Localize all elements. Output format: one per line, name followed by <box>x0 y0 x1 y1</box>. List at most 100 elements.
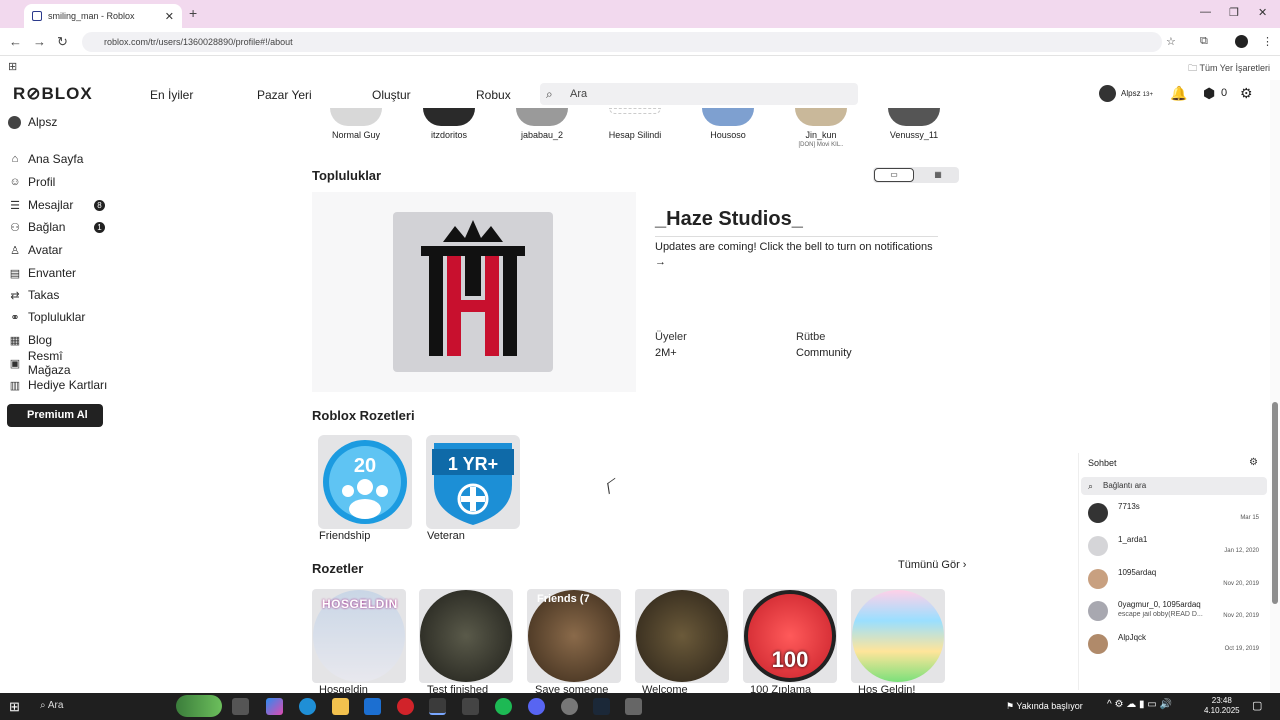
widgets-icon[interactable] <box>176 695 222 717</box>
chat-conversation[interactable]: AlpJqck Oct 19, 2019 <box>1079 631 1269 661</box>
notifications-bell-icon[interactable]: 🔔 <box>1170 85 1187 102</box>
veteran-badge[interactable]: 1 YR+ <box>426 435 520 529</box>
sidebar-item-store[interactable]: ▣ Resmî Mağaza <box>8 349 108 377</box>
nav-marketplace[interactable]: Pazar Yeri <box>257 88 312 102</box>
nav-charts[interactable]: En İyiler <box>150 88 193 102</box>
badge-tile[interactable] <box>419 589 513 683</box>
communities-title: Topluluklar <box>312 168 382 183</box>
roblox-favicon-icon <box>32 11 42 21</box>
friend-item[interactable]: itzdoritos <box>404 108 494 140</box>
chat-conversation[interactable]: 7713s Mar 15 <box>1079 500 1269 530</box>
browser-profile-icon[interactable] <box>1235 35 1248 48</box>
see-all-link[interactable]: Tümünü Gör › <box>898 559 966 571</box>
badge-tile[interactable]: Friends (7 <box>527 589 621 683</box>
app-icon[interactable] <box>561 698 578 715</box>
chat-conversation[interactable]: 0yagmur_0, 1095ardaq escape jail obby(RE… <box>1079 598 1269 628</box>
premium-button[interactable]: Premium Al <box>7 404 103 427</box>
reload-icon[interactable]: ↻ <box>57 34 68 50</box>
nav-create[interactable]: Oluştur <box>372 88 411 102</box>
friend-item[interactable]: Hesap Silindi <box>590 108 680 140</box>
community-logo[interactable] <box>393 212 553 372</box>
friend-item[interactable]: jababau_2 <box>497 108 587 140</box>
opera-icon[interactable] <box>397 698 414 715</box>
forward-icon[interactable]: → <box>33 34 46 49</box>
tab-close-icon[interactable]: ✕ <box>165 10 174 23</box>
chat-conversation[interactable]: 1_arda1 Jan 12, 2020 <box>1079 533 1269 563</box>
back-icon[interactable]: ← <box>9 34 22 49</box>
file-explorer-icon[interactable] <box>332 698 349 715</box>
browser-tab[interactable]: smiling_man - Roblox ✕ <box>24 4 182 28</box>
sidebar-user[interactable]: Alpsz <box>8 115 57 129</box>
extensions-icon[interactable]: ⧉ <box>1200 35 1208 48</box>
sidebar-item-connect[interactable]: ⚇ Bağlan 1 <box>8 217 108 237</box>
bookmarks-bar: ⊞ 🗀 Tüm Yer İşaretleri <box>0 56 1280 78</box>
inventory-icon: ▤ <box>9 267 21 280</box>
sidebar-item-profile[interactable]: ☺ Profil <box>8 172 108 192</box>
restore-icon[interactable]: ❐ <box>1229 6 1239 19</box>
chat-title[interactable]: Sohbet <box>1088 458 1117 468</box>
sidebar-item-messages[interactable]: ☰ Mesajlar 8 <box>8 195 108 215</box>
spotify-icon[interactable] <box>495 698 512 715</box>
friend-item[interactable]: Normal Guy <box>311 108 401 140</box>
task-view-icon[interactable] <box>232 698 249 715</box>
sidebar-item-avatar[interactable]: ♙ Avatar <box>8 240 108 260</box>
header-avatar[interactable] <box>1099 85 1116 102</box>
new-chat-icon[interactable]: ⚙ <box>1249 457 1258 468</box>
url-field[interactable]: roblox.com/tr/users/1360028890/profile#!… <box>82 32 1162 52</box>
sidebar-item-home[interactable]: ⌂ Ana Sayfa <box>8 149 108 169</box>
search-input[interactable]: ⌕ Ara <box>540 83 858 105</box>
giftcard-icon: ▥ <box>9 379 21 392</box>
community-name[interactable]: _Haze Studios_ <box>655 208 803 231</box>
app-icon[interactable] <box>625 698 642 715</box>
sidebar-item-trade[interactable]: ⇄ Takas <box>8 285 108 305</box>
friend-item[interactable]: Housoso <box>683 108 773 140</box>
friend-item[interactable]: Venussy_11 <box>869 108 959 140</box>
window-close-icon[interactable]: ✕ <box>1258 6 1267 19</box>
sidebar-item-communities[interactable]: ⚭ Topluluklar <box>8 307 108 327</box>
new-tab-icon[interactable]: + <box>189 5 197 21</box>
copilot-icon[interactable] <box>266 698 283 715</box>
notification-center-icon[interactable]: ▢ <box>1252 699 1262 712</box>
chrome-icon[interactable] <box>429 698 446 715</box>
badge-tile[interactable] <box>635 589 729 683</box>
settings-gear-icon[interactable]: ⚙ <box>1240 85 1253 102</box>
connect-icon: ⚇ <box>10 221 20 234</box>
windows-start-icon[interactable]: ⊞ <box>9 699 20 715</box>
roblox-header: R⊘BLOX En İyiler Pazar Yeri Oluştur Robu… <box>0 80 1270 108</box>
edge-icon[interactable] <box>299 698 316 715</box>
friend-item[interactable]: Jin_kun [DON] Movi KIL.. <box>776 108 866 148</box>
trade-icon: ⇄ <box>10 289 20 302</box>
taskbar-search[interactable]: ⌕ Ara <box>40 700 63 711</box>
taskbar-clock[interactable]: 23:48 4.10.2025 <box>1204 696 1240 716</box>
badge-tile[interactable]: 100 <box>743 589 837 683</box>
system-tray-icons[interactable]: ^ ⚙ ☁ ▮ ▭ 🔊 <box>1107 699 1172 710</box>
steam-icon[interactable] <box>593 698 610 715</box>
weather-widget[interactable]: ⚑ Yakında başlıyor <box>1006 701 1083 712</box>
grid-view-icon[interactable]: ▦ <box>917 168 959 182</box>
discord-icon[interactable] <box>528 698 545 715</box>
badge-tile[interactable] <box>851 589 945 683</box>
badge-tile[interactable]: HOSGELDIN <box>312 589 406 683</box>
roblox-logo[interactable]: R⊘BLOX <box>13 84 93 104</box>
all-bookmarks[interactable]: 🗀 Tüm Yer İşaretleri <box>1188 61 1270 77</box>
chat-conversation[interactable]: 1095ardaq Nov 20, 2019 <box>1079 566 1269 596</box>
minimize-icon[interactable]: — <box>1200 6 1211 18</box>
rank-value: Community <box>796 347 852 359</box>
bookmark-star-icon[interactable]: ☆ <box>1166 35 1176 48</box>
sidebar-item-giftcards[interactable]: ▥ Hediye Kartları <box>8 375 108 395</box>
chat-search-input[interactable]: ⌕ Bağlantı ara <box>1081 477 1267 495</box>
browser-menu-icon[interactable]: ⋮ <box>1262 35 1273 48</box>
friendship-label: Friendship <box>319 530 371 542</box>
friendship-badge[interactable]: 20 <box>318 435 412 529</box>
nav-robux[interactable]: Robux <box>476 88 511 102</box>
page-scrollbar-thumb[interactable] <box>1272 402 1278 604</box>
header-username[interactable]: Alpsz 13+ <box>1121 89 1153 98</box>
friend-avatar <box>423 108 475 126</box>
store-icon[interactable] <box>462 698 479 715</box>
sidebar-item-inventory[interactable]: ▤ Envanter <box>8 263 108 283</box>
apps-grid-icon[interactable]: ⊞ <box>8 60 17 73</box>
sidebar-item-blog[interactable]: ▦ Blog <box>8 330 108 350</box>
slideshow-view-icon[interactable]: ▭ <box>874 168 914 182</box>
outlook-icon[interactable] <box>364 698 381 715</box>
robux-icon[interactable]: ⬢ <box>1203 85 1215 102</box>
